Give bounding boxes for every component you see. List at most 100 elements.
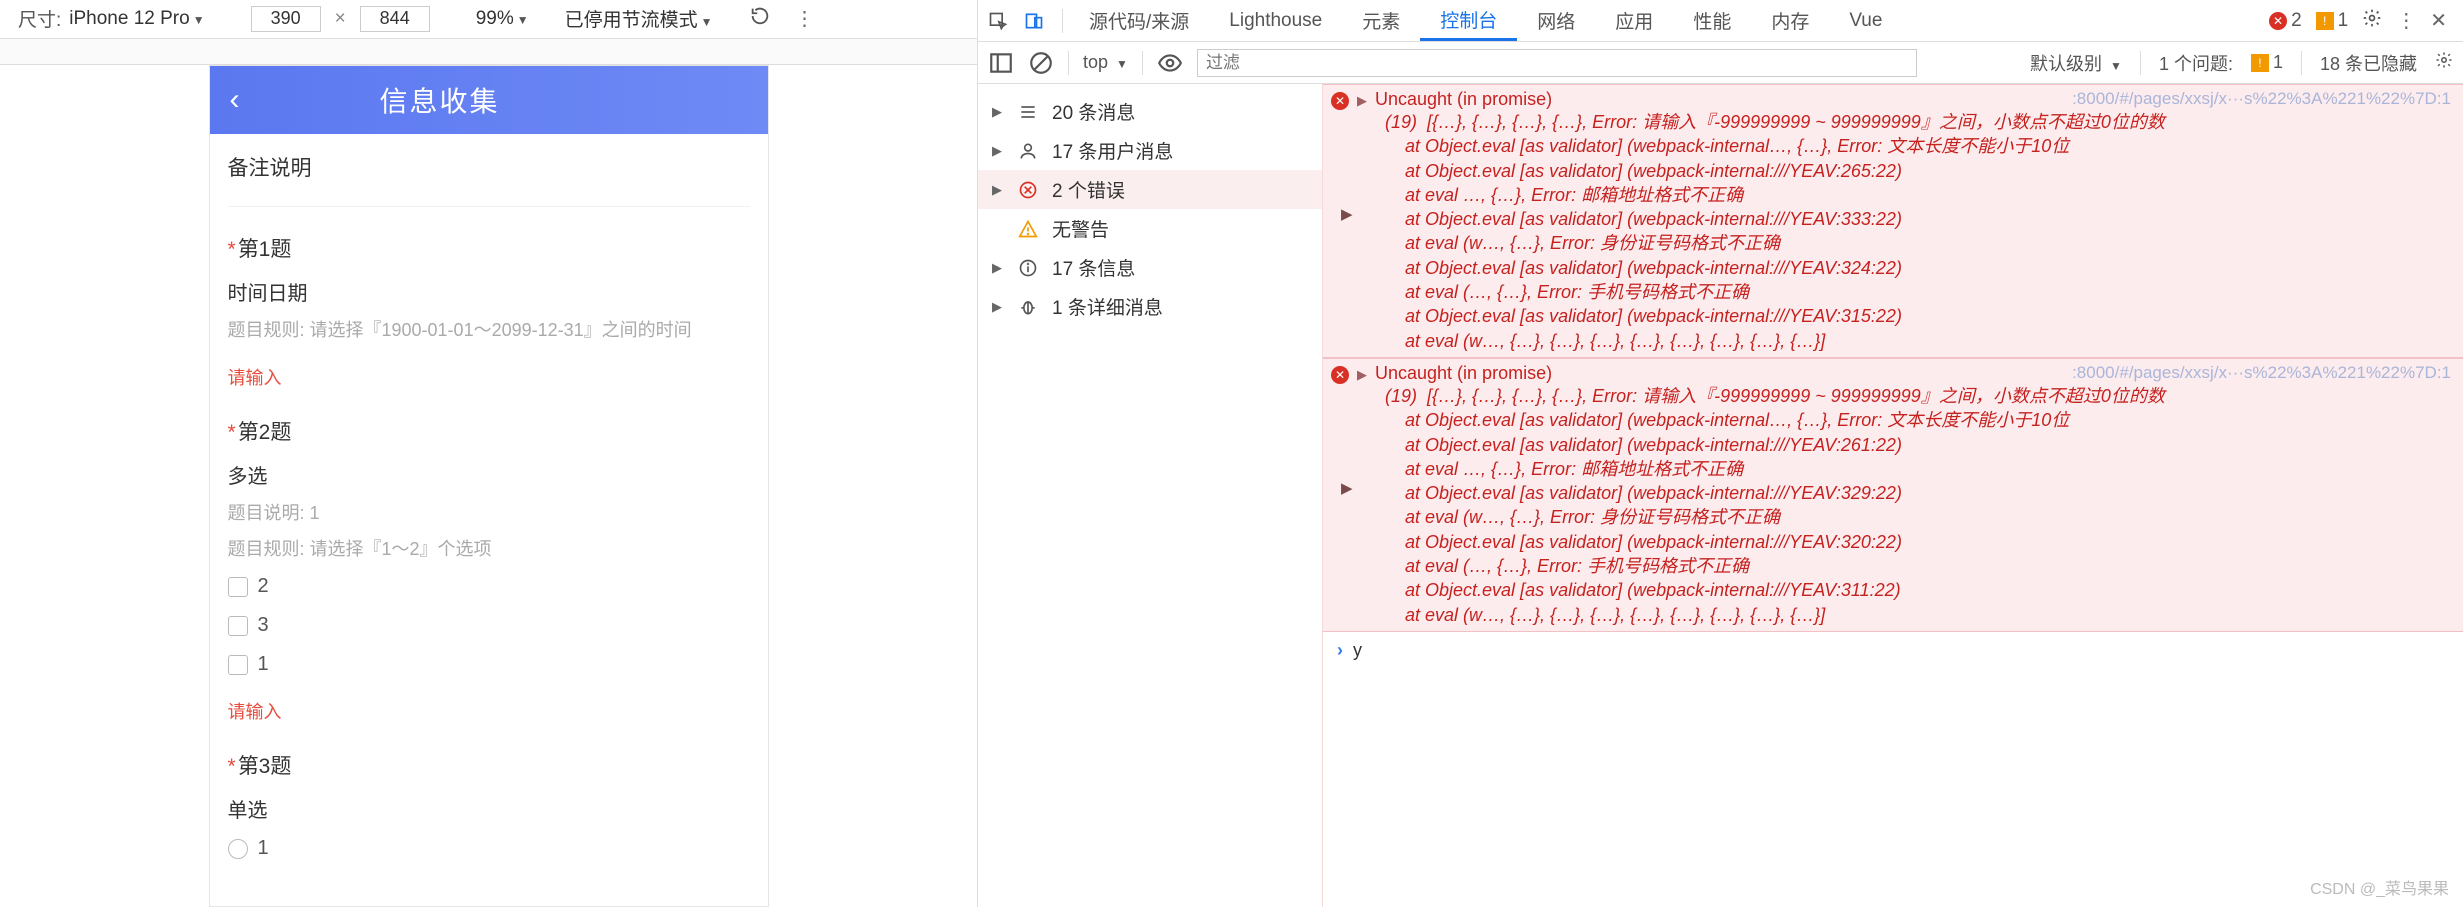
kebab-icon[interactable]: ⋮	[2396, 8, 2416, 33]
list-icon	[1016, 100, 1040, 124]
tab-vue[interactable]: Vue	[1829, 0, 1902, 41]
error-icon: ✕	[2269, 12, 2287, 30]
error-stack: (19) [{…}, {…}, {…}, {…}, Error: 请输入『-99…	[1331, 384, 2451, 627]
chevron-down-icon: ▼	[2110, 59, 2122, 73]
level-select[interactable]: 默认级别 ▼	[2030, 50, 2122, 76]
error-icon	[1016, 178, 1040, 202]
issues-badge[interactable]: !1	[2251, 52, 2283, 73]
question-rule: 题目规则: 请选择『1～2』个选项	[228, 535, 750, 561]
prompt-caret-icon: ›	[1337, 640, 1343, 661]
inspect-icon[interactable]	[984, 7, 1012, 35]
chevron-right-icon: ▶	[992, 182, 1004, 198]
console-error[interactable]: ✕ ▶ Uncaught (in promise) :8000/#/pages/…	[1323, 84, 2463, 358]
warn-count-badge[interactable]: !1	[2316, 10, 2349, 32]
console-prompt[interactable]: › y	[1323, 632, 2463, 669]
error-count-badge[interactable]: ✕2	[2269, 10, 2302, 32]
gear-icon[interactable]	[2362, 8, 2382, 34]
error-icon: ✕	[1331, 366, 1349, 384]
chevron-right-icon[interactable]: ▶	[1341, 205, 1353, 223]
context-select[interactable]: top ▼	[1083, 52, 1128, 73]
question-sub: 时间日期	[228, 277, 750, 306]
width-input[interactable]	[251, 6, 321, 32]
question-sub: 单选	[228, 794, 750, 823]
chevron-right-icon: ▶	[992, 104, 1004, 120]
back-icon[interactable]: ‹	[230, 83, 240, 117]
filter-input[interactable]	[1197, 49, 1917, 77]
chevron-right-icon[interactable]: ▶	[1357, 367, 1367, 383]
required-star: *	[228, 755, 236, 778]
required-star: *	[228, 421, 236, 444]
sidebar-item-user[interactable]: ▶17 条用户消息	[978, 131, 1322, 170]
options: 1	[228, 837, 750, 860]
question-title: *第1题	[228, 233, 750, 263]
chevron-right-icon[interactable]: ▶	[1341, 479, 1353, 497]
sidebar-toggle-icon[interactable]	[988, 50, 1014, 76]
chevron-right-icon[interactable]: ▶	[1357, 93, 1367, 109]
prompt-input[interactable]: y	[1353, 640, 1362, 661]
required-star: *	[228, 238, 236, 261]
question-sub: 多选	[228, 460, 750, 489]
tab-application[interactable]: 应用	[1595, 0, 1673, 41]
chevron-down-icon: ▼	[517, 13, 529, 27]
tab-sources[interactable]: 源代码/来源	[1069, 0, 1209, 41]
user-icon	[1016, 139, 1040, 163]
zoom-select[interactable]: 99%▼	[476, 8, 529, 30]
tab-elements[interactable]: 元素	[1342, 0, 1420, 41]
error-title: Uncaught (in promise)	[1375, 89, 1552, 110]
dims-times: ×	[335, 8, 346, 30]
tab-lighthouse[interactable]: Lighthouse	[1209, 0, 1342, 41]
console-error[interactable]: ✕ ▶ Uncaught (in promise) :8000/#/pages/…	[1323, 358, 2463, 632]
console-output[interactable]: ✕ ▶ Uncaught (in promise) :8000/#/pages/…	[1323, 84, 2463, 907]
close-icon[interactable]: ✕	[2430, 8, 2447, 33]
checkbox-icon	[228, 616, 248, 636]
kebab-icon[interactable]: ⋮	[795, 6, 815, 31]
clear-console-icon[interactable]	[1028, 50, 1054, 76]
error-source[interactable]: :8000/#/pages/xxsj/x···s%22%3A%221%22%7D…	[2072, 89, 2451, 109]
tab-console[interactable]: 控制台	[1420, 0, 1517, 41]
hidden-count[interactable]: 18 条已隐藏	[2320, 50, 2417, 76]
error-icon: ✕	[1331, 92, 1349, 110]
tab-memory[interactable]: 内存	[1751, 0, 1829, 41]
checkbox-option[interactable]: 2	[228, 575, 750, 598]
emulator-viewport: ‹ 信息收集 备注说明 *第1题 时间日期 题目规则: 请选择『1900-01-…	[0, 65, 977, 907]
tab-network[interactable]: 网络	[1517, 0, 1595, 41]
console-sidebar: ▶20 条消息 ▶17 条用户消息 ▶2 个错误 ▶无警告 ▶17 条信息 ▶1…	[978, 84, 1323, 907]
sidebar-item-info[interactable]: ▶17 条信息	[978, 248, 1322, 287]
size-label: 尺寸:	[18, 5, 61, 32]
question-rule: 题目规则: 请选择『1900-01-01～2099-12-31』之间的时间	[228, 316, 750, 342]
throttle-select[interactable]: 已停用节流模式▼	[565, 5, 713, 32]
issues-label: 1 个问题:	[2159, 50, 2233, 76]
emulator-panel: 尺寸: iPhone 12 Pro▼ × 99%▼ 已停用节流模式▼ ⋮ ‹ 信…	[0, 0, 978, 907]
rotate-icon[interactable]	[749, 5, 771, 33]
devtools-panel: 源代码/来源 Lighthouse 元素 控制台 网络 应用 性能 内存 Vue…	[978, 0, 2463, 907]
error-stack: (19) [{…}, {…}, {…}, {…}, Error: 请输入『-99…	[1331, 110, 2451, 353]
live-expr-icon[interactable]	[1157, 50, 1183, 76]
warn-icon	[1016, 217, 1040, 241]
gear-icon[interactable]	[2435, 51, 2453, 74]
checkbox-icon	[228, 655, 248, 675]
sidebar-item-warnings[interactable]: ▶无警告	[978, 209, 1322, 248]
phone-body: 备注说明 *第1题 时间日期 题目规则: 请选择『1900-01-01～2099…	[210, 134, 768, 906]
sidebar-item-messages[interactable]: ▶20 条消息	[978, 92, 1322, 131]
radio-option[interactable]: 1	[228, 837, 750, 860]
tab-performance[interactable]: 性能	[1673, 0, 1751, 41]
remark-row[interactable]: 备注说明	[228, 152, 750, 207]
warn-icon: !	[2251, 54, 2269, 72]
sidebar-item-verbose[interactable]: ▶1 条详细消息	[978, 287, 1322, 326]
height-input[interactable]	[360, 6, 430, 32]
device-select[interactable]: iPhone 12 Pro▼	[69, 8, 204, 30]
checkbox-icon	[228, 577, 248, 597]
checkbox-option[interactable]: 1	[228, 653, 750, 676]
phone-header: ‹ 信息收集	[210, 66, 768, 134]
question-note: 题目说明: 1	[228, 499, 750, 525]
error-source[interactable]: :8000/#/pages/xxsj/x···s%22%3A%221%22%7D…	[2072, 363, 2451, 383]
info-icon	[1016, 256, 1040, 280]
bug-icon	[1016, 295, 1040, 319]
devtools-tabbar: 源代码/来源 Lighthouse 元素 控制台 网络 应用 性能 内存 Vue…	[978, 0, 2463, 42]
device-toggle-icon[interactable]	[1020, 7, 1048, 35]
sidebar-item-errors[interactable]: ▶2 个错误	[978, 170, 1322, 209]
checkbox-option[interactable]: 3	[228, 614, 750, 637]
watermark: CSDN @_菜鸟果果	[2310, 875, 2449, 899]
chevron-right-icon: ▶	[992, 299, 1004, 315]
radio-icon	[228, 839, 248, 859]
